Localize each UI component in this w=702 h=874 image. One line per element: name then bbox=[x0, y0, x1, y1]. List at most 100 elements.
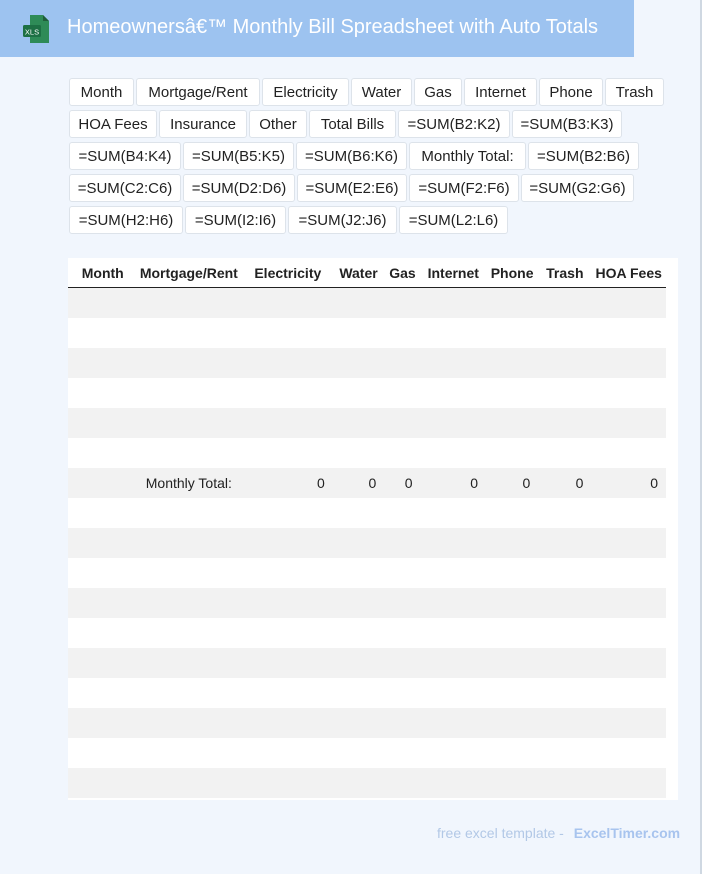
chip-formula[interactable]: =SUM(D2:D6) bbox=[183, 174, 295, 202]
table-cell[interactable] bbox=[242, 348, 333, 378]
table-cell[interactable]: 0 bbox=[332, 468, 385, 498]
chip-formula[interactable]: =SUM(I2:I6) bbox=[185, 206, 286, 234]
table-cell[interactable] bbox=[591, 348, 666, 378]
table-cell[interactable] bbox=[242, 318, 333, 348]
table-cell[interactable] bbox=[242, 378, 333, 408]
chip-formula[interactable]: =SUM(E2:E6) bbox=[297, 174, 407, 202]
chip-formula[interactable]: =SUM(C2:C6) bbox=[69, 174, 181, 202]
column-header[interactable]: Trash bbox=[538, 258, 592, 288]
chip-formula[interactable]: =SUM(B2:B6) bbox=[528, 142, 639, 170]
table-cell[interactable] bbox=[538, 498, 592, 528]
table-cell[interactable] bbox=[538, 648, 592, 678]
table-cell[interactable] bbox=[591, 708, 666, 738]
table-cell[interactable] bbox=[134, 318, 243, 348]
chip-formula[interactable]: =SUM(G2:G6) bbox=[521, 174, 634, 202]
table-cell[interactable] bbox=[134, 648, 243, 678]
table-cell[interactable] bbox=[420, 287, 486, 318]
table-cell[interactable] bbox=[591, 318, 666, 348]
table-cell[interactable] bbox=[70, 588, 135, 618]
chip-formula[interactable]: =SUM(J2:J6) bbox=[288, 206, 397, 234]
table-cell[interactable] bbox=[591, 648, 666, 678]
table-cell[interactable] bbox=[242, 528, 333, 558]
chip-formula[interactable]: =SUM(B2:K2) bbox=[398, 110, 510, 138]
table-cell[interactable] bbox=[70, 468, 135, 498]
table-cell[interactable] bbox=[485, 558, 539, 588]
table-cell[interactable]: 0 bbox=[242, 468, 333, 498]
chip-mortgage-rent[interactable]: Mortgage/Rent bbox=[136, 78, 260, 106]
table-cell[interactable] bbox=[134, 348, 243, 378]
chip-month[interactable]: Month bbox=[69, 78, 134, 106]
chip-electricity[interactable]: Electricity bbox=[262, 78, 349, 106]
table-cell[interactable] bbox=[485, 708, 539, 738]
column-header[interactable]: Mortgage/Rent bbox=[134, 258, 243, 288]
table-cell[interactable] bbox=[420, 618, 486, 648]
table-cell[interactable] bbox=[420, 348, 486, 378]
chip-other[interactable]: Other bbox=[249, 110, 307, 138]
chip-internet[interactable]: Internet bbox=[464, 78, 537, 106]
table-cell[interactable] bbox=[70, 318, 135, 348]
column-header[interactable]: Month bbox=[70, 258, 135, 288]
table-cell[interactable] bbox=[134, 558, 243, 588]
chip-formula[interactable]: =SUM(B5:K5) bbox=[183, 142, 294, 170]
table-cell[interactable] bbox=[70, 678, 135, 708]
table-cell[interactable] bbox=[242, 498, 333, 528]
table-cell[interactable] bbox=[485, 438, 539, 468]
chip-insurance[interactable]: Insurance bbox=[159, 110, 247, 138]
table-cell[interactable] bbox=[384, 348, 421, 378]
table-cell[interactable] bbox=[420, 378, 486, 408]
footer-brand-link[interactable]: ExcelTimer.com bbox=[574, 825, 680, 841]
table-cell[interactable] bbox=[134, 287, 243, 318]
table-cell[interactable] bbox=[70, 528, 135, 558]
table-cell[interactable] bbox=[242, 678, 333, 708]
table-cell[interactable] bbox=[70, 738, 135, 768]
table-cell[interactable] bbox=[332, 618, 385, 648]
table-cell[interactable] bbox=[591, 588, 666, 618]
table-cell[interactable] bbox=[134, 618, 243, 648]
table-cell[interactable] bbox=[420, 738, 486, 768]
table-cell[interactable] bbox=[485, 648, 539, 678]
chip-formula[interactable]: =SUM(L2:L6) bbox=[399, 206, 508, 234]
table-cell[interactable] bbox=[384, 768, 421, 798]
table-cell[interactable] bbox=[485, 287, 539, 318]
chip-water[interactable]: Water bbox=[351, 78, 412, 106]
table-cell[interactable] bbox=[70, 708, 135, 738]
table-cell[interactable] bbox=[70, 648, 135, 678]
table-cell[interactable] bbox=[485, 618, 539, 648]
table-cell[interactable] bbox=[242, 768, 333, 798]
table-cell[interactable] bbox=[332, 287, 385, 318]
table-cell[interactable] bbox=[485, 348, 539, 378]
table-cell[interactable] bbox=[420, 498, 486, 528]
table-cell[interactable] bbox=[591, 287, 666, 318]
table-cell[interactable] bbox=[538, 708, 592, 738]
table-cell[interactable] bbox=[134, 678, 243, 708]
table-cell[interactable] bbox=[70, 287, 135, 318]
table-cell[interactable] bbox=[591, 378, 666, 408]
table-cell[interactable] bbox=[591, 438, 666, 468]
table-cell[interactable] bbox=[70, 378, 135, 408]
chip-formula[interactable]: =SUM(B4:K4) bbox=[69, 142, 181, 170]
table-cell[interactable] bbox=[384, 528, 421, 558]
table-cell[interactable] bbox=[485, 378, 539, 408]
table-cell[interactable] bbox=[70, 348, 135, 378]
column-header[interactable]: Phone bbox=[485, 258, 539, 288]
table-cell[interactable] bbox=[591, 738, 666, 768]
chip-formula[interactable]: =SUM(B6:K6) bbox=[296, 142, 407, 170]
table-cell[interactable] bbox=[70, 618, 135, 648]
table-cell[interactable] bbox=[591, 678, 666, 708]
table-cell[interactable] bbox=[420, 708, 486, 738]
column-header[interactable]: Electricity bbox=[242, 258, 333, 288]
table-cell[interactable] bbox=[242, 648, 333, 678]
table-cell[interactable] bbox=[242, 708, 333, 738]
table-cell[interactable] bbox=[134, 498, 243, 528]
table-cell[interactable] bbox=[538, 588, 592, 618]
chip-formula[interactable]: =SUM(B3:K3) bbox=[512, 110, 622, 138]
table-cell[interactable] bbox=[134, 588, 243, 618]
bill-table-container[interactable]: Month Mortgage/Rent Electricity Water Ga… bbox=[68, 258, 678, 800]
table-cell[interactable] bbox=[591, 558, 666, 588]
table-cell[interactable] bbox=[538, 318, 592, 348]
table-cell[interactable] bbox=[485, 498, 539, 528]
table-cell[interactable] bbox=[332, 378, 385, 408]
chip-formula[interactable]: =SUM(H2:H6) bbox=[69, 206, 183, 234]
table-cell[interactable] bbox=[134, 708, 243, 738]
table-cell[interactable] bbox=[332, 648, 385, 678]
